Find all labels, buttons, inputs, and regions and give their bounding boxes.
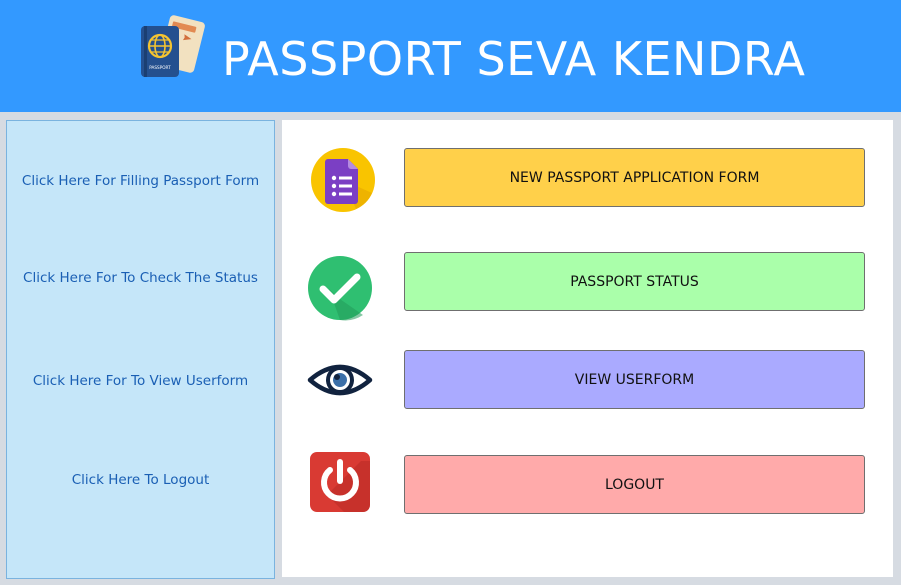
power-icon	[310, 452, 370, 512]
sidebar-link-check-status[interactable]: Click Here For To Check The Status	[7, 270, 274, 286]
checkmark-icon	[308, 256, 372, 321]
app-header: PASSPORT PASSPORT SEVA KENDRA	[0, 0, 901, 112]
passport-status-label: PASSPORT STATUS	[570, 273, 699, 290]
svg-text:PASSPORT: PASSPORT	[149, 65, 171, 70]
main-panel: NEW PASSPORT APPLICATION FORM PASSPORT S…	[282, 120, 893, 577]
logout-label: LOGOUT	[605, 476, 664, 493]
logout-button[interactable]: LOGOUT	[404, 455, 865, 514]
new-passport-application-button[interactable]: NEW PASSPORT APPLICATION FORM	[404, 148, 865, 207]
sidebar-link-fill-form[interactable]: Click Here For Filling Passport Form	[7, 173, 274, 189]
passport-status-button[interactable]: PASSPORT STATUS	[404, 252, 865, 311]
sidebar: Click Here For Filling Passport Form Cli…	[6, 120, 275, 579]
view-userform-label: VIEW USERFORM	[574, 371, 695, 388]
passport-icon: PASSPORT	[141, 15, 205, 77]
eye-icon	[307, 364, 373, 396]
app-title: PASSPORT SEVA KENDRA	[222, 32, 806, 86]
sidebar-link-view-userform[interactable]: Click Here For To View Userform	[7, 373, 274, 389]
sidebar-link-logout[interactable]: Click Here To Logout	[7, 472, 274, 488]
view-userform-button[interactable]: VIEW USERFORM	[404, 350, 865, 409]
new-passport-application-label: NEW PASSPORT APPLICATION FORM	[509, 169, 760, 186]
form-icon	[311, 148, 375, 212]
